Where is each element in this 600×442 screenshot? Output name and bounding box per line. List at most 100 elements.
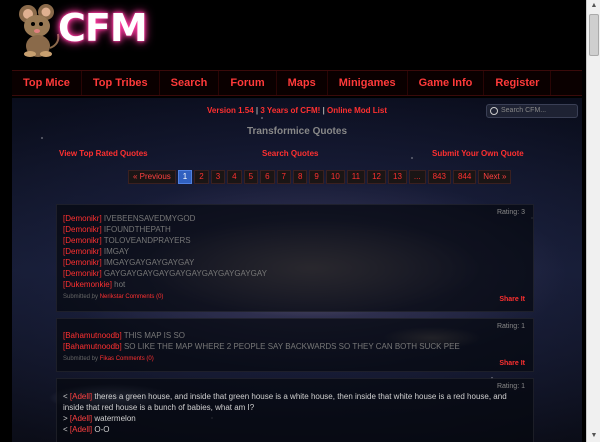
share-link[interactable]: Share It [499,360,525,367]
quote-line: [Demonikr] IVEBEENSAVEDMYGOD [63,213,527,224]
separator: | [322,106,325,115]
page-12[interactable]: 12 [367,170,386,184]
pagination: « Previous 1 2 3 4 5 6 7 8 9 10 11 12 13… [128,170,513,184]
page-13[interactable]: 13 [388,170,407,184]
page-2[interactable]: 2 [194,170,209,184]
quote-rating[interactable]: Rating: 1 [497,323,525,330]
vertical-scrollbar[interactable]: ▲ ▼ [586,0,600,442]
nav-top-tribes[interactable]: Top Tribes [82,71,160,95]
quote-rating[interactable]: Rating: 1 [497,383,525,390]
line-prefix: < [63,425,70,434]
speaker-name: [Demonikr] [63,247,102,256]
page-5[interactable]: 5 [243,170,259,184]
main-nav: Top Mice Top Tribes Search Forum Maps Mi… [12,70,582,96]
scrollbar-thumb[interactable] [589,14,599,56]
search-icon [490,107,498,115]
quote-text: theres a green house, and inside that gr… [63,392,507,412]
speaker-name: [Dukemonkie] [63,280,112,289]
quote-text: O-O [92,425,110,434]
quote-card: Rating: 1 [Bahamutnoodb] THIS MAP IS SO … [56,318,534,372]
nav-minigames[interactable]: Minigames [328,71,408,95]
content-area: Version 1.54 | 3 Years of CFM! | Online … [12,98,582,442]
speaker-name: [Demonikr] [63,258,102,267]
online-mod-list-link[interactable]: Online Mod List [327,106,387,115]
quote-text: GAYGAYGAYGAYGAYGAYGAYGAYGAYGAY [103,269,267,278]
submitter-link[interactable]: Nerikstar [100,294,124,300]
submit-quote-link[interactable]: Submit Your Own Quote [432,149,524,158]
speaker-name: [Demonikr] [63,214,102,223]
quote-meta: Submitted by Fikas Comments (0) [63,356,527,362]
nav-game-info[interactable]: Game Info [408,71,485,95]
quote-line: [Bahamutnoodb] THIS MAP IS SO [63,330,527,341]
comments-link[interactable]: Comments (0) [116,356,154,362]
quote-rating[interactable]: Rating: 3 [497,209,525,216]
quote-text: SO LIKE THE MAP WHERE 2 PEOPLE SAY BACKW… [123,342,460,351]
logo-text: CFM [58,6,148,50]
site-logo[interactable]: CFM [16,4,156,58]
quote-card: Rating: 1 < [Adell] theres a green house… [56,378,534,442]
search-placeholder: Search CFM... [501,107,547,114]
site-search-input[interactable]: Search CFM... [486,104,578,118]
nav-top-mice[interactable]: Top Mice [12,71,82,95]
speaker-name: [Adell] [69,392,93,401]
quote-line: [Bahamutnoodb] SO LIKE THE MAP WHERE 2 P… [63,341,527,352]
quote-text: hot [114,280,126,289]
submitter-link[interactable]: Fikas [100,356,114,362]
comments-link[interactable]: Comments (0) [125,294,163,300]
quote-line: [Demonikr] IMGAYGAYGAYGAYGAY [63,257,527,268]
line-prefix: < [63,392,70,401]
separator: | [255,106,259,115]
quote-text: watermelon [92,414,136,423]
line-prefix: > [63,414,70,423]
quote-text: IVEBEENSAVEDMYGOD [103,214,196,223]
top-rated-quotes-link[interactable]: View Top Rated Quotes [59,149,148,158]
page-title: Transformice Quotes [246,126,348,137]
speaker-name: [Demonikr] [63,236,102,245]
previous-page-button[interactable]: « Previous [128,170,176,184]
page-4[interactable]: 4 [227,170,242,184]
site-header: CFM [0,0,586,62]
page-11[interactable]: 11 [346,170,366,184]
page-8[interactable]: 8 [292,170,308,184]
speaker-name: [Demonikr] [63,225,102,234]
quote-line: [Demonikr] TOLOVEANDPRAYERS [63,235,527,246]
speaker-name: [Bahamutnoodb] [63,342,122,351]
mouse-mascot-icon [19,4,60,57]
quote-line: < [Adell] theres a green house, and insi… [63,391,527,413]
page-ellipsis: ... [408,170,426,184]
version-link[interactable]: Version 1.54 [207,106,254,115]
submitted-label: Submitted by [63,356,99,362]
speaker-name: [Adell] [69,414,93,423]
speaker-name: [Bahamutnoodb] [63,331,122,340]
nav-forum[interactable]: Forum [219,71,277,95]
page-7[interactable]: 7 [276,170,291,184]
share-link[interactable]: Share It [499,296,525,303]
quote-text: THIS MAP IS SO [123,331,185,340]
page-6[interactable]: 6 [260,170,275,184]
quote-text: TOLOVEANDPRAYERS [103,236,191,245]
scroll-up-icon[interactable]: ▲ [588,0,600,12]
quote-text: IMGAYGAYGAYGAYGAY [103,258,195,267]
nav-register[interactable]: Register [484,71,552,95]
page-10[interactable]: 10 [325,170,345,184]
quote-line: [Demonikr] GAYGAYGAYGAYGAYGAYGAYGAYGAYGA… [63,268,527,279]
scroll-down-icon[interactable]: ▼ [588,430,600,442]
quote-text: IFOUNDTHEPATH [103,225,171,234]
page-844[interactable]: 844 [452,170,477,184]
nav-maps[interactable]: Maps [277,71,328,95]
quote-card: Rating: 3 [Demonikr] IVEBEENSAVEDMYGOD [… [56,204,534,312]
page-9[interactable]: 9 [309,170,324,184]
submitted-label: Submitted by [63,294,99,300]
page-3[interactable]: 3 [210,170,226,184]
quote-line: < [Adell] O-O [63,424,527,435]
speaker-name: [Demonikr] [63,269,102,278]
anniversary-link[interactable]: 3 Years of CFM! [260,106,320,115]
page-843[interactable]: 843 [427,170,451,184]
next-page-button[interactable]: Next » [478,170,512,184]
speaker-name: [Adell] [69,425,93,434]
page-1[interactable]: 1 [177,170,193,184]
quote-meta: Submitted by Nerikstar Comments (0) [63,294,527,300]
search-quotes-link[interactable]: Search Quotes [262,149,318,158]
nav-search[interactable]: Search [160,71,220,95]
quote-text: IMGAY [103,247,130,256]
